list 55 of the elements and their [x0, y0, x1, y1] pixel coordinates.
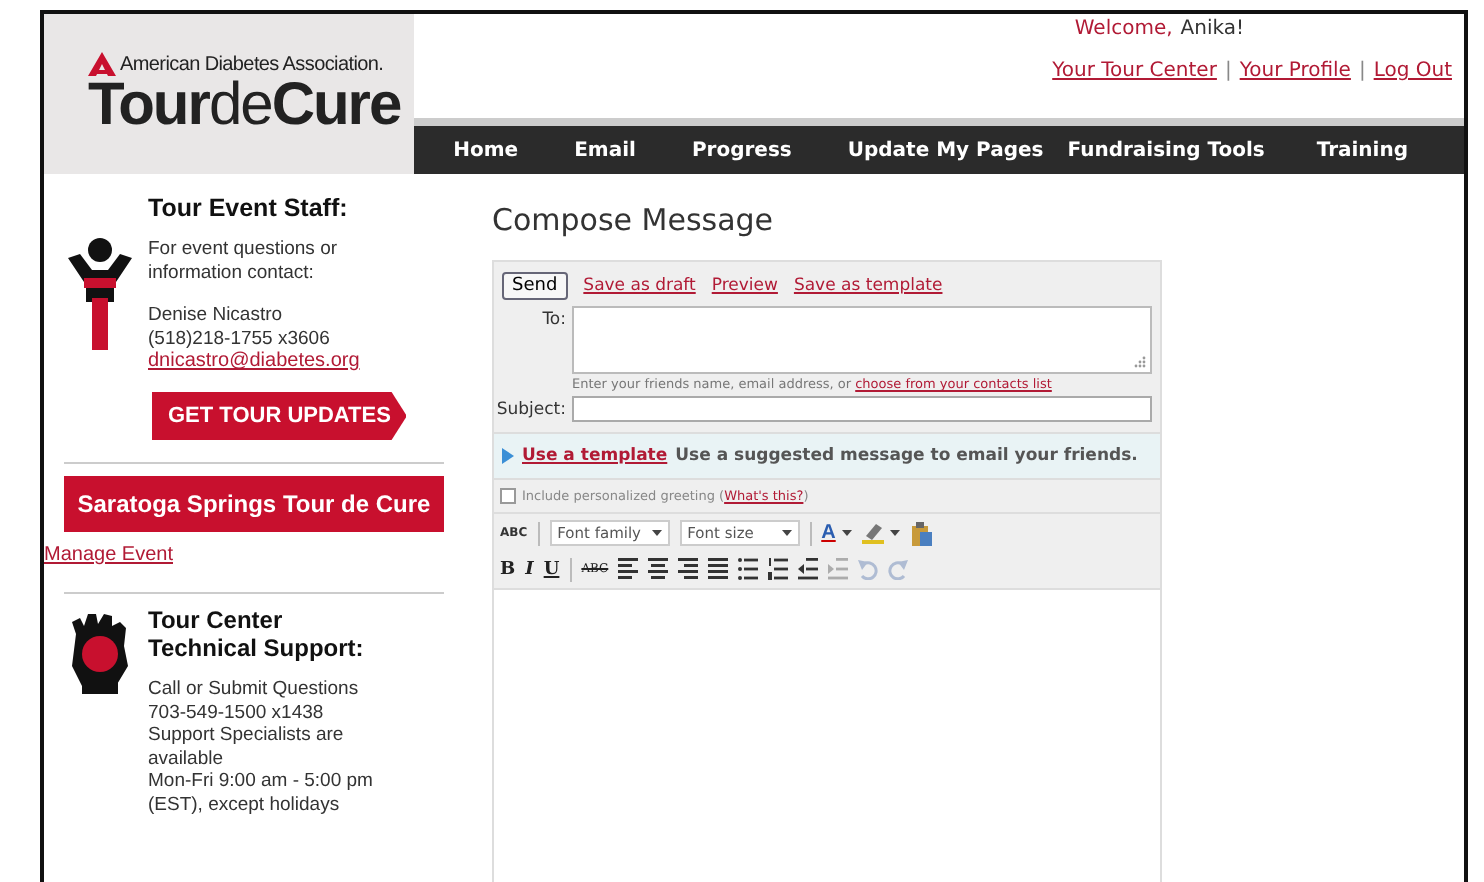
event-banner: Saratoga Springs Tour de Cure	[64, 476, 444, 532]
manage-event-link[interactable]: Manage Event	[44, 544, 173, 566]
highlighter-icon	[861, 522, 884, 544]
user-name: Anika!	[1180, 18, 1244, 40]
nav-item[interactable]: Training	[1316, 139, 1408, 161]
contact-phone: (518)218-1755 x3606	[148, 327, 332, 350]
section-title: Tour Event Staff:	[148, 194, 350, 222]
nav-item[interactable]: Home	[453, 139, 519, 161]
caret-icon	[781, 530, 792, 536]
page-title: Compose Message	[492, 202, 776, 238]
send-button[interactable]: Send	[502, 272, 568, 300]
template-description: Use a suggested message to email your friends.	[675, 446, 1138, 466]
resize-grip-icon	[1134, 356, 1146, 368]
nav-item[interactable]: Update My Pages	[847, 139, 1044, 161]
nav-item[interactable]: Fundraising Tools	[1067, 139, 1265, 161]
user-link[interactable]: Your Tour Center	[1052, 60, 1217, 82]
field-label: To:	[540, 308, 566, 334]
caret-icon	[841, 530, 852, 536]
support-text: Support Specialists are available	[148, 724, 346, 770]
contact-name: Denise Nicastro	[148, 304, 285, 327]
clipboard-icon	[909, 521, 932, 545]
support-text: 703-549-1500 x1438	[148, 701, 326, 724]
recipients-field[interactable]	[572, 306, 1152, 374]
user-link[interactable]: Log Out	[1373, 60, 1452, 82]
checkbox[interactable]	[500, 488, 516, 504]
action-link[interactable]: Save as template	[793, 276, 943, 296]
format-button[interactable]: B	[500, 559, 516, 579]
link-separator: |	[1358, 60, 1366, 82]
subject-field[interactable]	[572, 396, 1152, 422]
contact-intro: For event questions or information contact:	[148, 238, 340, 284]
format-button[interactable]: U	[543, 559, 560, 579]
template-link[interactable]: Use a template	[522, 446, 668, 466]
message-body-field[interactable]	[494, 588, 1160, 882]
link-separator: |	[1224, 60, 1232, 82]
email-link[interactable]: dnicastro@diabetes.org	[148, 350, 408, 372]
brand-wordmark: TourdeCure	[88, 76, 403, 136]
nav-item[interactable]: Email	[574, 139, 636, 161]
triangle-logo-icon	[88, 52, 116, 76]
user-link[interactable]: Your Profile	[1239, 60, 1351, 82]
organization-name: American Diabetes Association.	[120, 53, 384, 75]
support-text: Mon-Fri 9:00 am - 5:00 pm (EST), except holidays	[148, 770, 375, 816]
nav-item[interactable]: Progress	[691, 139, 792, 161]
action-link[interactable]: Preview	[711, 276, 778, 296]
caret-icon	[651, 530, 662, 536]
welcome-text: Welcome,	[1074, 18, 1173, 40]
section-title: Tour Center Technical Support:	[148, 606, 366, 662]
support-text: Call or Submit Questions	[148, 678, 361, 701]
caret-icon	[889, 530, 900, 536]
play-icon	[502, 448, 514, 464]
format-button[interactable]: I	[525, 559, 534, 579]
field-label: Subject:	[494, 398, 566, 422]
action-link[interactable]: Save as draft	[583, 276, 696, 296]
updates-button[interactable]: GET TOUR UPDATES	[152, 392, 407, 440]
cyclist-icon	[64, 238, 136, 350]
text-color-button[interactable]: A	[821, 522, 836, 544]
